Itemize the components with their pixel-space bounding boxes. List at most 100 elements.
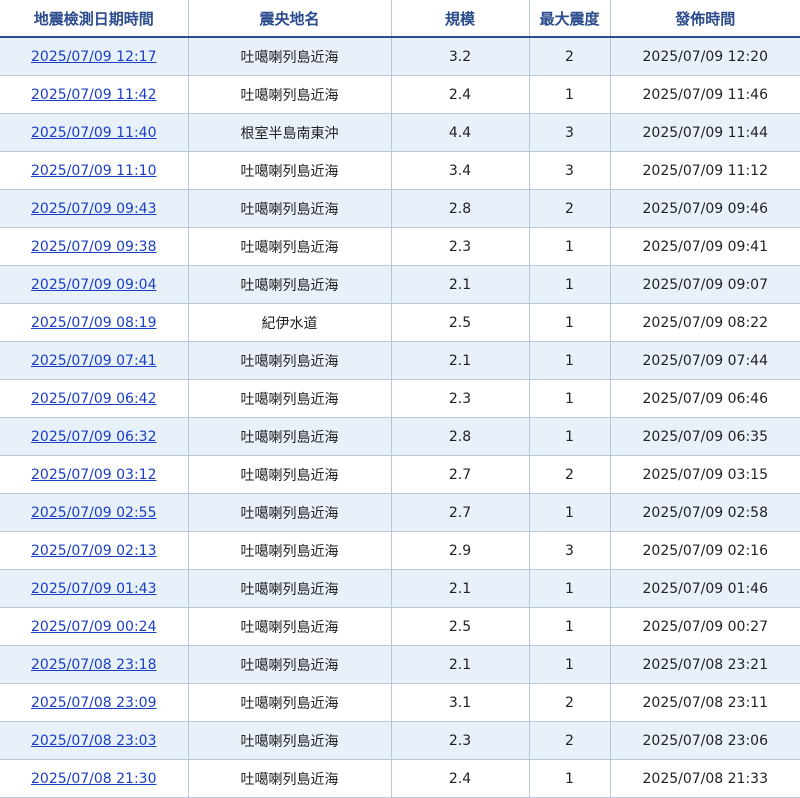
cell-publish-time: 2025/07/09 11:46 — [610, 75, 800, 114]
cell-max-intensity: 2 — [529, 721, 611, 760]
detect-time-link[interactable]: 2025/07/09 07:41 — [31, 353, 157, 369]
cell-publish-time: 2025/07/09 06:46 — [610, 379, 800, 418]
detect-time-link[interactable]: 2025/07/09 00:24 — [31, 619, 157, 635]
detect-time-link[interactable]: 2025/07/09 12:17 — [31, 49, 157, 65]
cell-magnitude: 2.1 — [391, 645, 530, 684]
cell-detect-time: 2025/07/09 09:43 — [0, 189, 189, 228]
cell-publish-time: 2025/07/09 03:15 — [610, 455, 800, 494]
cell-publish-time: 2025/07/09 11:44 — [610, 113, 800, 152]
cell-epicenter: 吐噶喇列島近海 — [188, 151, 392, 190]
cell-detect-time: 2025/07/09 12:17 — [0, 37, 189, 76]
table-row: 2025/07/08 23:18 吐噶喇列島近海 2.1 1 2025/07/08 23… — [0, 645, 800, 684]
cell-magnitude: 2.5 — [391, 607, 530, 646]
cell-max-intensity: 1 — [529, 341, 611, 380]
header-publish-time: 發佈時間 — [610, 0, 800, 38]
table-row: 2025/07/09 09:04 吐噶喇列島近海 2.1 1 2025/07/09 09… — [0, 265, 800, 304]
detect-time-link[interactable]: 2025/07/09 03:12 — [31, 467, 157, 483]
cell-epicenter: 吐噶喇列島近海 — [188, 493, 392, 532]
detect-time-link[interactable]: 2025/07/09 09:04 — [31, 277, 157, 293]
cell-max-intensity: 1 — [529, 569, 611, 608]
detect-time-link[interactable]: 2025/07/08 23:09 — [31, 695, 157, 711]
cell-magnitude: 2.8 — [391, 189, 530, 228]
cell-max-intensity: 1 — [529, 379, 611, 418]
cell-magnitude: 2.4 — [391, 75, 530, 114]
cell-max-intensity: 1 — [529, 645, 611, 684]
cell-publish-time: 2025/07/08 23:06 — [610, 721, 800, 760]
detect-time-link[interactable]: 2025/07/09 11:42 — [31, 87, 157, 103]
detect-time-link[interactable]: 2025/07/09 01:43 — [31, 581, 157, 597]
detect-time-link[interactable]: 2025/07/08 23:03 — [31, 733, 157, 749]
earthquake-table: 地震檢測日期時間 震央地名 規模 最大震度 發佈時間 2025/07/09 12… — [0, 0, 800, 798]
cell-max-intensity: 1 — [529, 493, 611, 532]
cell-publish-time: 2025/07/09 12:20 — [610, 37, 800, 76]
cell-max-intensity: 2 — [529, 189, 611, 228]
cell-detect-time: 2025/07/09 06:32 — [0, 417, 189, 456]
cell-detect-time: 2025/07/08 23:03 — [0, 721, 189, 760]
detect-time-link[interactable]: 2025/07/09 02:13 — [31, 543, 157, 559]
cell-magnitude: 2.3 — [391, 379, 530, 418]
cell-magnitude: 3.4 — [391, 151, 530, 190]
cell-magnitude: 2.8 — [391, 417, 530, 456]
cell-publish-time: 2025/07/09 00:27 — [610, 607, 800, 646]
cell-magnitude: 2.9 — [391, 531, 530, 570]
cell-publish-time: 2025/07/09 09:07 — [610, 265, 800, 304]
detect-time-link[interactable]: 2025/07/09 09:43 — [31, 201, 157, 217]
cell-publish-time: 2025/07/09 06:35 — [610, 417, 800, 456]
cell-magnitude: 2.1 — [391, 341, 530, 380]
table-row: 2025/07/09 08:19 紀伊水道 2.5 1 2025/07/09 08:22 — [0, 303, 800, 342]
table-row: 2025/07/09 01:43 吐噶喇列島近海 2.1 1 2025/07/09 01… — [0, 569, 800, 608]
cell-detect-time: 2025/07/09 09:04 — [0, 265, 189, 304]
cell-epicenter: 吐噶喇列島近海 — [188, 759, 392, 798]
cell-detect-time: 2025/07/09 08:19 — [0, 303, 189, 342]
cell-magnitude: 2.3 — [391, 227, 530, 266]
table-body: 2025/07/09 12:17 吐噶喇列島近海 3.2 2 2025/07/09 12… — [0, 37, 800, 798]
detect-time-link[interactable]: 2025/07/09 06:32 — [31, 429, 157, 445]
cell-magnitude: 2.4 — [391, 759, 530, 798]
detect-time-link[interactable]: 2025/07/09 11:10 — [31, 163, 157, 179]
detect-time-link[interactable]: 2025/07/08 21:30 — [31, 771, 157, 787]
cell-magnitude: 2.1 — [391, 265, 530, 304]
cell-detect-time: 2025/07/09 00:24 — [0, 607, 189, 646]
cell-magnitude: 2.5 — [391, 303, 530, 342]
cell-max-intensity: 2 — [529, 455, 611, 494]
cell-max-intensity: 1 — [529, 607, 611, 646]
cell-detect-time: 2025/07/09 02:55 — [0, 493, 189, 532]
cell-publish-time: 2025/07/09 09:46 — [610, 189, 800, 228]
cell-publish-time: 2025/07/09 09:41 — [610, 227, 800, 266]
detect-time-link[interactable]: 2025/07/08 23:18 — [31, 657, 157, 673]
cell-publish-time: 2025/07/09 07:44 — [610, 341, 800, 380]
cell-publish-time: 2025/07/09 08:22 — [610, 303, 800, 342]
cell-epicenter: 紀伊水道 — [188, 303, 392, 342]
table-row: 2025/07/09 11:10 吐噶喇列島近海 3.4 3 2025/07/09 11… — [0, 151, 800, 190]
header-epicenter: 震央地名 — [188, 0, 392, 38]
header-max-intensity: 最大震度 — [529, 0, 611, 38]
cell-detect-time: 2025/07/09 11:42 — [0, 75, 189, 114]
cell-publish-time: 2025/07/08 23:21 — [610, 645, 800, 684]
cell-publish-time: 2025/07/09 11:12 — [610, 151, 800, 190]
table-row: 2025/07/09 06:42 吐噶喇列島近海 2.3 1 2025/07/09 06… — [0, 379, 800, 418]
detect-time-link[interactable]: 2025/07/09 06:42 — [31, 391, 157, 407]
cell-detect-time: 2025/07/09 02:13 — [0, 531, 189, 570]
cell-epicenter: 吐噶喇列島近海 — [188, 645, 392, 684]
cell-max-intensity: 1 — [529, 75, 611, 114]
header-detect-time: 地震檢測日期時間 — [0, 0, 189, 38]
cell-magnitude: 3.1 — [391, 683, 530, 722]
cell-max-intensity: 3 — [529, 531, 611, 570]
cell-max-intensity: 1 — [529, 227, 611, 266]
table-row: 2025/07/09 03:12 吐噶喇列島近海 2.7 2 2025/07/09 03… — [0, 455, 800, 494]
cell-max-intensity: 2 — [529, 683, 611, 722]
detect-time-link[interactable]: 2025/07/09 09:38 — [31, 239, 157, 255]
cell-detect-time: 2025/07/08 23:18 — [0, 645, 189, 684]
cell-detect-time: 2025/07/09 11:40 — [0, 113, 189, 152]
table-row: 2025/07/09 07:41 吐噶喇列島近海 2.1 1 2025/07/09 07… — [0, 341, 800, 380]
detect-time-link[interactable]: 2025/07/09 08:19 — [31, 315, 157, 331]
detect-time-link[interactable]: 2025/07/09 11:40 — [31, 125, 157, 141]
table-row: 2025/07/09 09:38 吐噶喇列島近海 2.3 1 2025/07/09 09… — [0, 227, 800, 266]
cell-epicenter: 吐噶喇列島近海 — [188, 417, 392, 456]
cell-magnitude: 3.2 — [391, 37, 530, 76]
detect-time-link[interactable]: 2025/07/09 02:55 — [31, 505, 157, 521]
cell-max-intensity: 1 — [529, 759, 611, 798]
cell-epicenter: 吐噶喇列島近海 — [188, 683, 392, 722]
table-row: 2025/07/09 11:40 根室半島南東沖 4.4 3 2025/07/09 11… — [0, 113, 800, 152]
cell-epicenter: 吐噶喇列島近海 — [188, 265, 392, 304]
